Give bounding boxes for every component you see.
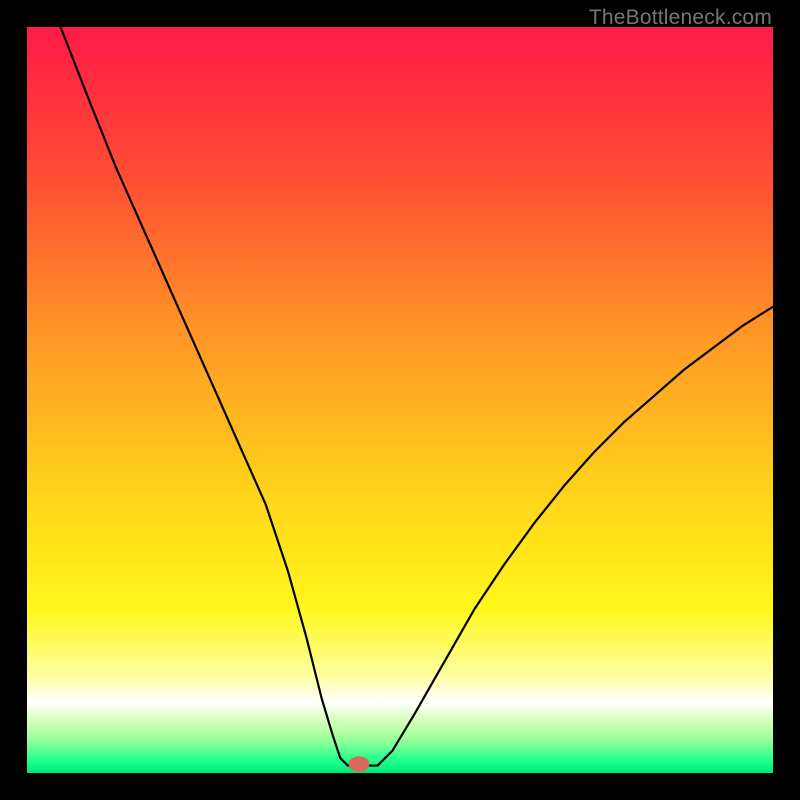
chart-svg — [27, 27, 773, 773]
chart-frame: TheBottleneck.com — [0, 0, 800, 800]
chart-plot-area — [27, 27, 773, 773]
chart-background — [27, 27, 773, 773]
optimal-point-marker — [349, 756, 370, 772]
